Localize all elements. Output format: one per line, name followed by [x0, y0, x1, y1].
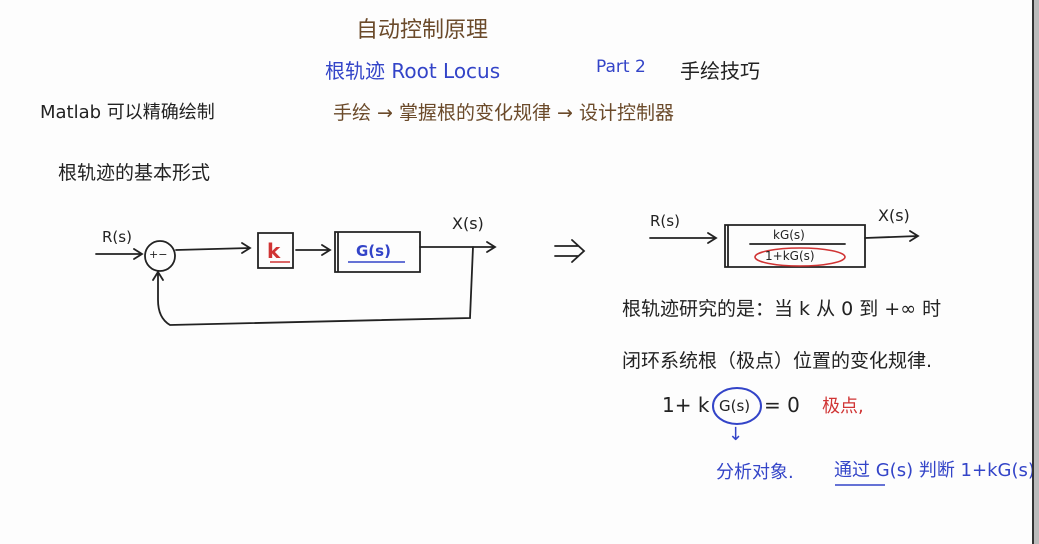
eq-output-label: X(s)	[878, 206, 910, 225]
poles-label: 极点,	[822, 396, 864, 417]
note-line-1: 根轨迹研究的是：当 k 从 0 到 +∞ 时	[622, 298, 942, 320]
via-note: 通过 G(s) 判断 1+kG(s)	[834, 460, 1035, 481]
denominator: 1+kG(s)	[765, 249, 815, 263]
equation-prefix: 1+ k	[662, 393, 710, 417]
down-arrow: ↓	[728, 424, 744, 445]
analysis-note: 分析对象.	[716, 462, 794, 483]
numerator: kG(s)	[773, 228, 805, 242]
eq-input-label: R(s)	[650, 212, 680, 230]
gain-label: k	[267, 239, 281, 263]
equation-suffix: = 0	[764, 393, 800, 417]
plant-label: G(s)	[356, 242, 391, 260]
board-margin	[1034, 0, 1039, 544]
output-label: X(s)	[452, 214, 484, 233]
note-line-2: 闭环系统根（极点）位置的变化规律.	[622, 350, 933, 372]
input-label: R(s)	[102, 228, 132, 246]
equation-g: G(s)	[719, 397, 751, 415]
summer-sign: +−	[149, 248, 168, 261]
